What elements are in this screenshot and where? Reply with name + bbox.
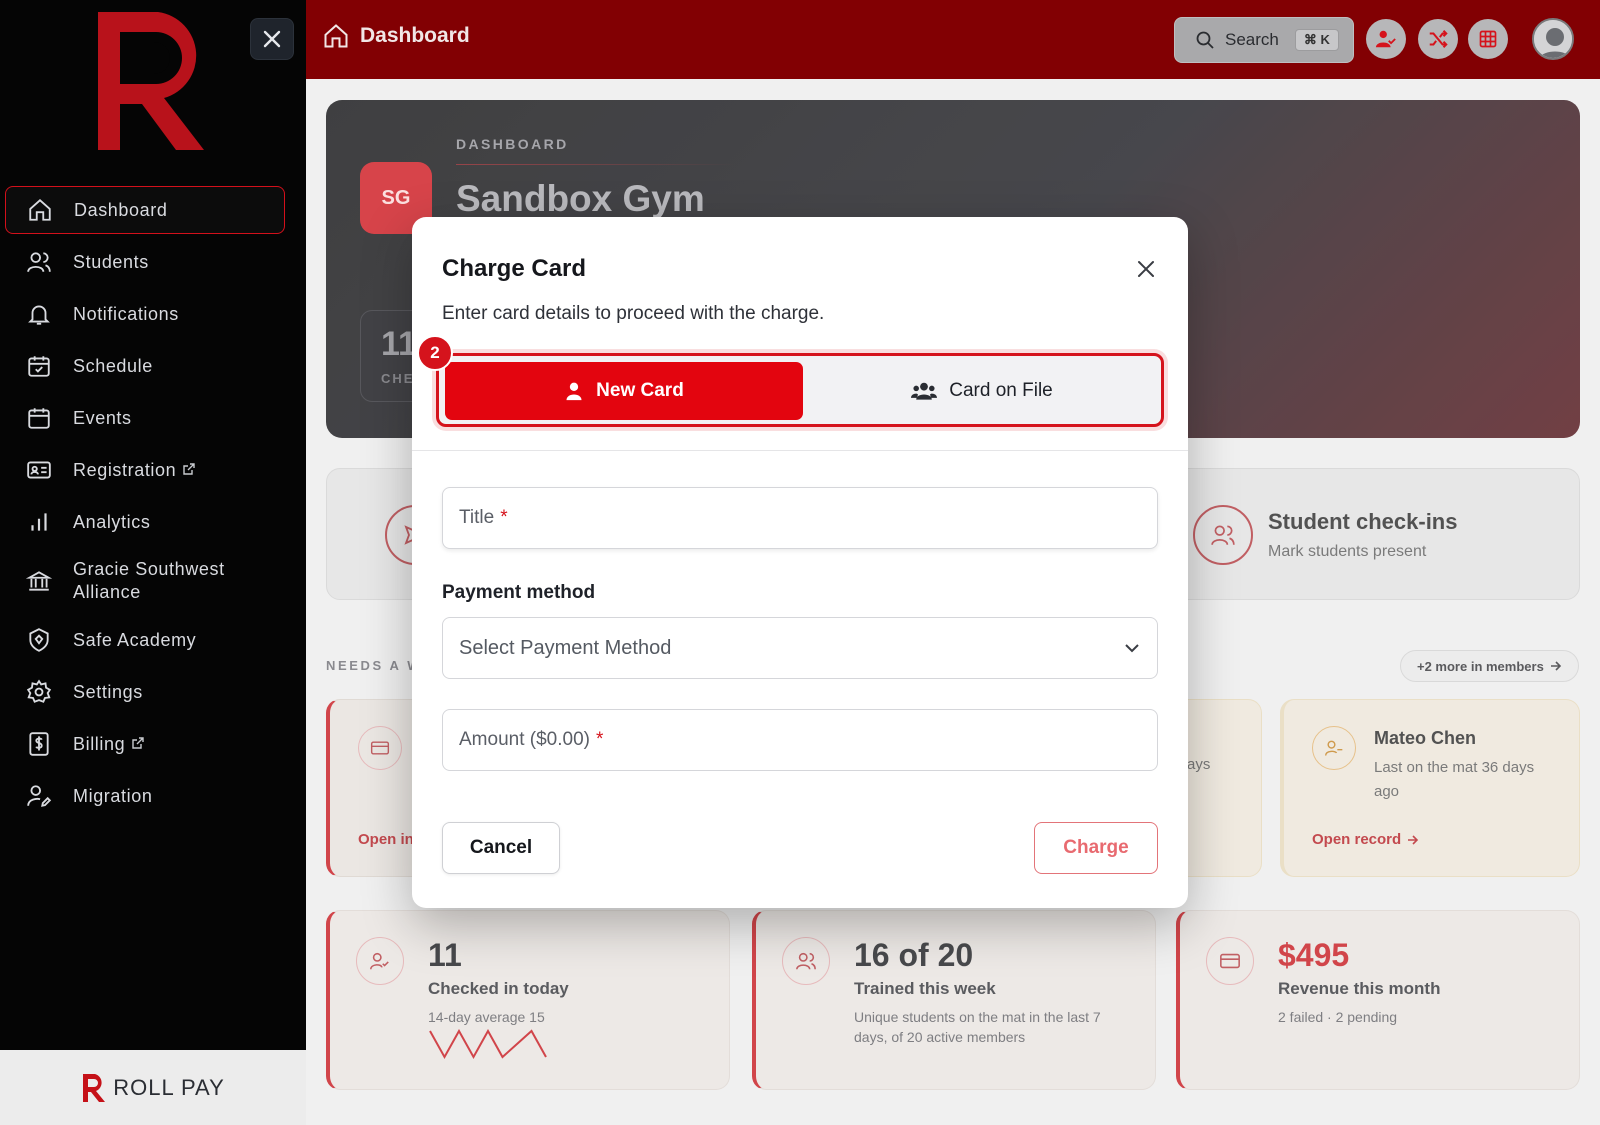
- sidebar-item-label: Settings: [73, 681, 143, 702]
- add-student-button[interactable]: [1366, 19, 1406, 59]
- dialog-title: Charge Card: [442, 255, 587, 282]
- table-grid-icon: [1479, 30, 1497, 48]
- id-card-icon: [25, 456, 53, 484]
- gear-icon: [25, 678, 53, 706]
- user-check-icon: [1375, 30, 1396, 48]
- external-link-icon: [182, 460, 196, 481]
- sidebar-item-migration[interactable]: Migration: [5, 772, 285, 820]
- footer-brand: ROLL PAY: [113, 1074, 225, 1100]
- brand-logo: [92, 12, 212, 157]
- sidebar-item-schedule[interactable]: Schedule: [5, 342, 285, 390]
- sidebar-item-students[interactable]: Students: [5, 238, 285, 286]
- sidebar-item-settings[interactable]: Settings: [5, 668, 285, 716]
- users-icon: [911, 382, 938, 400]
- step-badge: 2: [417, 335, 453, 371]
- sidebar-item-label: Students: [73, 251, 149, 272]
- card-source-toggle: New Card Card on File: [436, 353, 1164, 427]
- sidebar-item-label: Analytics: [73, 511, 151, 532]
- amount-placeholder: Amount ($0.00): [459, 729, 590, 750]
- shuffle-icon: [1429, 30, 1448, 48]
- page-title-text: Dashboard: [360, 24, 470, 47]
- dialog-divider: [412, 450, 1188, 451]
- close-sidebar-button[interactable]: [250, 18, 294, 60]
- search-icon: [1196, 31, 1214, 49]
- home-icon: [26, 196, 54, 224]
- user-icon: [566, 382, 582, 401]
- sidebar-item-gracie-southwest-alliance[interactable]: Gracie Southwest Alliance: [5, 550, 285, 612]
- charge-card-dialog: Charge Card Enter card details to procee…: [412, 217, 1188, 908]
- amount-input[interactable]: Amount ($0.00) *: [442, 709, 1158, 771]
- tab-label: New Card: [596, 380, 684, 401]
- payment-method-placeholder: Select Payment Method: [459, 636, 672, 659]
- payment-method-label: Payment method: [442, 582, 596, 603]
- sidebar-nav: Dashboard Students Notifications Schedul…: [5, 186, 285, 824]
- payment-method-select[interactable]: Select Payment Method: [442, 617, 1158, 679]
- bar-chart-icon: [25, 508, 53, 536]
- cancel-button[interactable]: Cancel: [442, 822, 560, 874]
- sidebar-item-label: Dashboard: [74, 199, 168, 220]
- sidebar-item-label: Safe Academy: [73, 629, 197, 650]
- charge-button[interactable]: Charge: [1034, 822, 1158, 874]
- dialog-close-button[interactable]: [1132, 255, 1160, 283]
- sidebar-item-label: Registration: [73, 459, 177, 480]
- bank-icon: [25, 567, 53, 595]
- dollar-doc-icon: [25, 730, 53, 758]
- page-title: Dashboard: [322, 22, 470, 50]
- search-button[interactable]: Search ⌘ K: [1174, 17, 1354, 63]
- bell-icon: [25, 300, 53, 328]
- calendar-check-icon: [25, 352, 53, 380]
- sidebar-item-notifications[interactable]: Notifications: [5, 290, 285, 338]
- top-bar: Dashboard Search ⌘ K: [306, 0, 1600, 79]
- chevron-down-icon: [1125, 644, 1139, 653]
- sidebar-item-registration[interactable]: Registration: [5, 446, 285, 494]
- sidebar-item-label: Gracie Southwest Alliance: [73, 559, 225, 602]
- sidebar-item-label: Notifications: [73, 303, 179, 324]
- required-mark: *: [595, 729, 604, 750]
- tab-label: Card on File: [949, 380, 1053, 401]
- user-avatar-icon: [1534, 20, 1572, 58]
- user-edit-icon: [25, 782, 53, 810]
- external-link-icon: [131, 734, 145, 755]
- title-placeholder: Title: [459, 507, 495, 528]
- shuffle-button[interactable]: [1418, 19, 1458, 59]
- close-icon: [263, 30, 281, 48]
- sidebar-item-billing[interactable]: Billing: [5, 720, 285, 768]
- required-mark: *: [500, 507, 508, 528]
- sidebar-item-label: Schedule: [73, 355, 153, 376]
- home-icon: [324, 24, 348, 48]
- sidebar-item-label: Billing: [73, 733, 126, 754]
- avatar[interactable]: [1532, 18, 1574, 60]
- shield-icon: [25, 626, 53, 654]
- sidebar: Dashboard Students Notifications Schedul…: [0, 0, 306, 1125]
- sidebar-footer: ROLL PAY: [0, 1050, 306, 1125]
- tab-card-on-file[interactable]: Card on File: [803, 362, 1161, 420]
- dialog-description: Enter card details to proceed with the c…: [442, 303, 825, 324]
- sidebar-item-label: Migration: [73, 785, 153, 806]
- close-icon: [1138, 261, 1154, 277]
- search-shortcut: ⌘ K: [1294, 29, 1339, 51]
- sidebar-item-dashboard[interactable]: Dashboard: [5, 186, 285, 234]
- tab-new-card[interactable]: New Card: [445, 362, 803, 420]
- sidebar-item-analytics[interactable]: Analytics: [5, 498, 285, 546]
- sidebar-item-safe-academy[interactable]: Safe Academy: [5, 616, 285, 664]
- grid-button[interactable]: [1468, 19, 1508, 59]
- sidebar-item-label: Events: [73, 407, 132, 428]
- roll-pay-logo-icon: [83, 1073, 106, 1102]
- sidebar-item-events[interactable]: Events: [5, 394, 285, 442]
- users-icon: [25, 248, 53, 276]
- calendar-icon: [25, 404, 53, 432]
- search-label: Search: [1225, 30, 1279, 49]
- title-input[interactable]: Title *: [442, 487, 1158, 549]
